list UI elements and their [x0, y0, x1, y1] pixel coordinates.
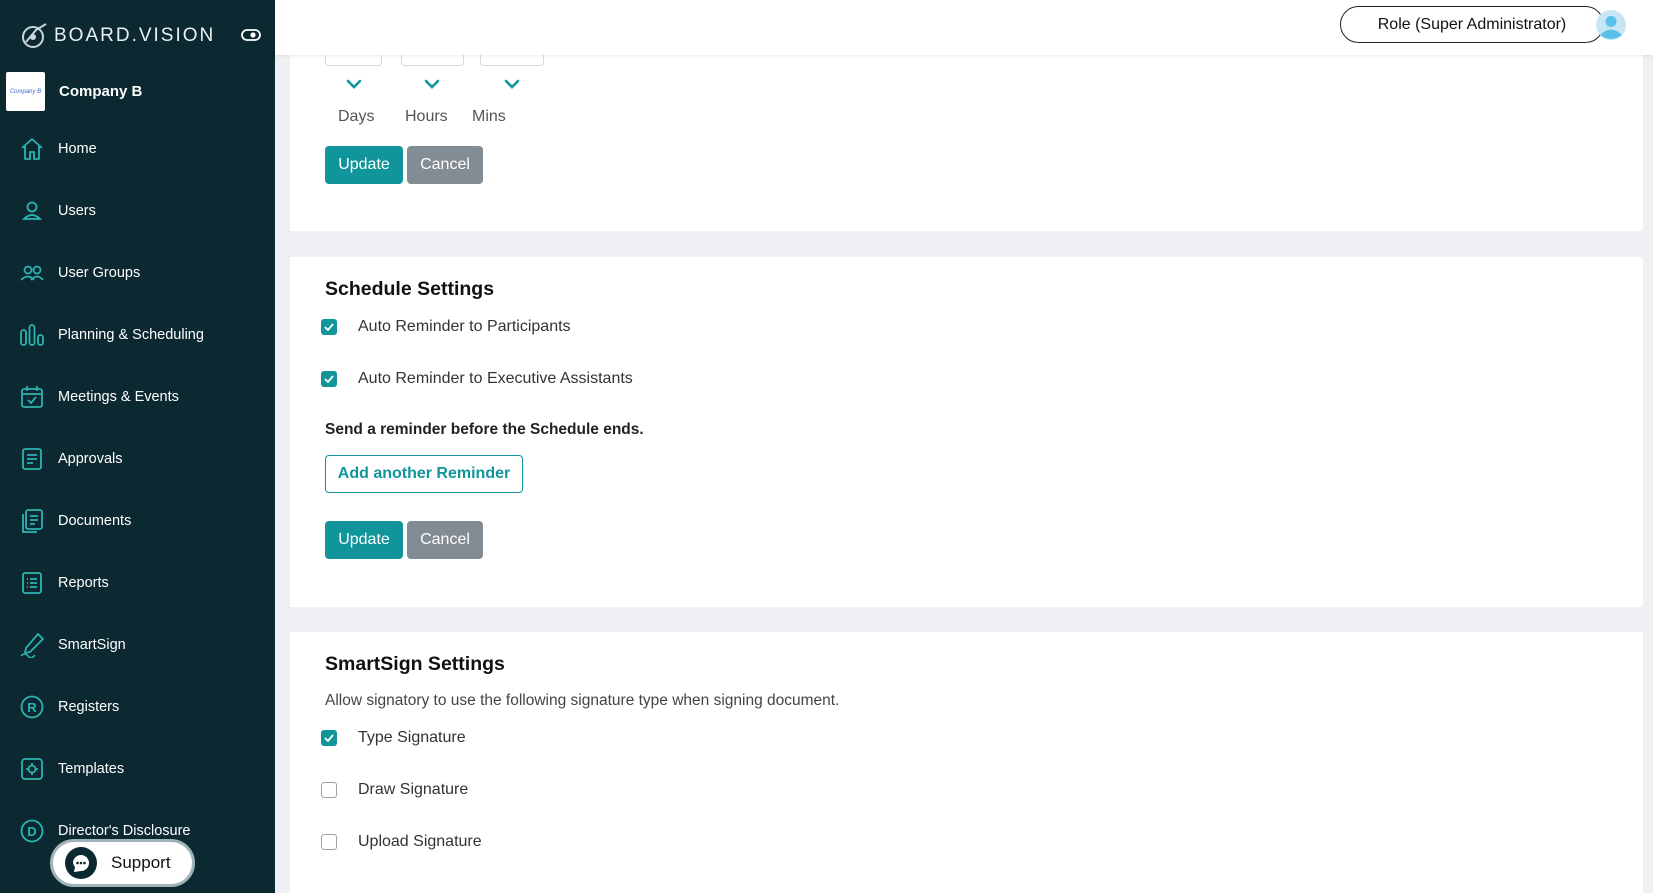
sidebar-item-label: Planning & Scheduling	[58, 327, 204, 343]
sidebar-item-users[interactable]: Users	[0, 180, 275, 242]
documents-icon	[22, 509, 43, 533]
checkbox-label: Auto Reminder to Executive Assistants	[358, 370, 633, 387]
company-logo: Company B	[6, 72, 45, 111]
update-button[interactable]: Update	[325, 521, 403, 559]
draw-signature-checkbox[interactable]: Draw Signature	[321, 781, 468, 799]
section-title: Schedule Settings	[325, 278, 495, 300]
board-vision-logo-icon	[22, 23, 47, 48]
sidebar-item-label: Meetings & Events	[58, 389, 179, 405]
upload-signature-checkbox[interactable]: Upload Signature	[321, 833, 482, 851]
sidebar-item-label: User Groups	[58, 265, 141, 281]
pen-sign-icon	[20, 633, 44, 658]
cancel-button[interactable]: Cancel	[407, 521, 483, 559]
sidebar-item-smartsign[interactable]: SmartSign	[0, 614, 275, 676]
registered-icon: R	[20, 695, 44, 719]
sidebar-item-label: Templates	[58, 761, 125, 777]
type-signature-checkbox[interactable]: Type Signature	[321, 729, 466, 747]
mins-label: Mins	[472, 108, 506, 125]
sidebar-item-label: SmartSign	[58, 637, 126, 653]
checkbox-label: Auto Reminder to Participants	[358, 318, 571, 335]
reminder-description: Send a reminder before the Schedule ends…	[325, 421, 644, 438]
sidebar-item-planning-scheduling[interactable]: Planning & Scheduling	[0, 304, 275, 366]
disclosure-d-icon: D	[20, 819, 44, 843]
auto-reminder-participants-checkbox[interactable]: Auto Reminder to Participants	[321, 318, 571, 336]
checkbox-checked-icon[interactable]	[321, 730, 337, 746]
sidebar-item-approvals[interactable]: Approvals	[0, 428, 275, 490]
home-icon	[21, 138, 43, 160]
section-title: SmartSign Settings	[325, 653, 505, 675]
sidebar-item-label: Documents	[58, 513, 132, 529]
checkbox-label: Upload Signature	[358, 833, 482, 850]
checkbox-checked-icon[interactable]	[321, 319, 337, 335]
svg-text:R: R	[27, 700, 37, 715]
svg-text:D: D	[27, 824, 36, 839]
sidebar-item-documents[interactable]: Documents	[0, 490, 275, 552]
eye-icon[interactable]	[241, 27, 261, 43]
checkbox-checked-icon[interactable]	[321, 371, 337, 387]
checkbox-label: Type Signature	[358, 729, 466, 746]
report-list-icon	[22, 572, 42, 594]
sidebar-item-reports[interactable]: Reports	[0, 552, 275, 614]
smartsign-description: Allow signatory to use the following sig…	[325, 692, 840, 709]
chevron-down-icon[interactable]	[346, 78, 362, 90]
sidebar-item-meetings-events[interactable]: Meetings & Events	[0, 366, 275, 428]
auto-reminder-assistants-checkbox[interactable]: Auto Reminder to Executive Assistants	[321, 370, 633, 388]
sidebar-item-label: Approvals	[58, 451, 123, 467]
sidebar-item-label: Users	[58, 203, 96, 219]
sidebar-item-label: Director's Disclosure	[58, 823, 191, 839]
chevron-down-icon[interactable]	[504, 78, 520, 90]
smartsign-settings-card: SmartSign Settings Allow signatory to us…	[290, 632, 1643, 893]
users-icon	[20, 265, 44, 281]
sidebar-item-label: Registers	[58, 699, 120, 715]
sidebar-item-templates[interactable]: Templates	[0, 738, 275, 800]
sidebar-item-user-groups[interactable]: User Groups	[0, 242, 275, 304]
checkbox-unchecked-icon[interactable]	[321, 834, 337, 850]
top-bar: Role (Super Administrator)	[275, 0, 1653, 55]
schedule-settings-card: Schedule Settings Auto Reminder to Parti…	[290, 257, 1643, 607]
update-button[interactable]: Update	[325, 146, 403, 184]
add-reminder-button[interactable]: Add another Reminder	[325, 455, 523, 493]
brand[interactable]: BOARD.VISION	[18, 20, 215, 52]
company-name: Company B	[59, 83, 143, 100]
cancel-button[interactable]: Cancel	[407, 146, 483, 184]
avatar-icon[interactable]	[1595, 9, 1627, 41]
sidebar-item-home[interactable]: Home	[0, 118, 275, 180]
chat-support-icon	[65, 847, 97, 879]
user-icon	[21, 201, 43, 220]
days-label: Days	[338, 108, 375, 125]
sidebar: BOARD.VISION Company B Company B Home Us…	[0, 0, 275, 893]
support-label: Support	[111, 853, 171, 872]
template-gear-icon	[21, 758, 43, 780]
checkbox-label: Draw Signature	[358, 781, 469, 798]
sidebar-item-label: Home	[58, 141, 97, 157]
sidebar-nav: Home Users User Groups Planning & Schedu…	[0, 118, 275, 862]
hours-label: Hours	[405, 108, 448, 125]
sidebar-item-registers[interactable]: R Registers	[0, 676, 275, 738]
approval-doc-icon	[22, 448, 42, 470]
chevron-down-icon[interactable]	[424, 78, 440, 90]
calendar-check-icon	[21, 386, 43, 408]
role-selector[interactable]: Role (Super Administrator)	[1340, 6, 1604, 43]
company-switcher[interactable]: Company B Company B	[6, 72, 142, 111]
checkbox-unchecked-icon[interactable]	[321, 782, 337, 798]
support-button[interactable]: Support	[50, 839, 195, 887]
bars-chart-icon	[20, 324, 44, 346]
sidebar-item-label: Reports	[58, 575, 109, 591]
brand-name: BOARD.VISION	[54, 25, 216, 46]
